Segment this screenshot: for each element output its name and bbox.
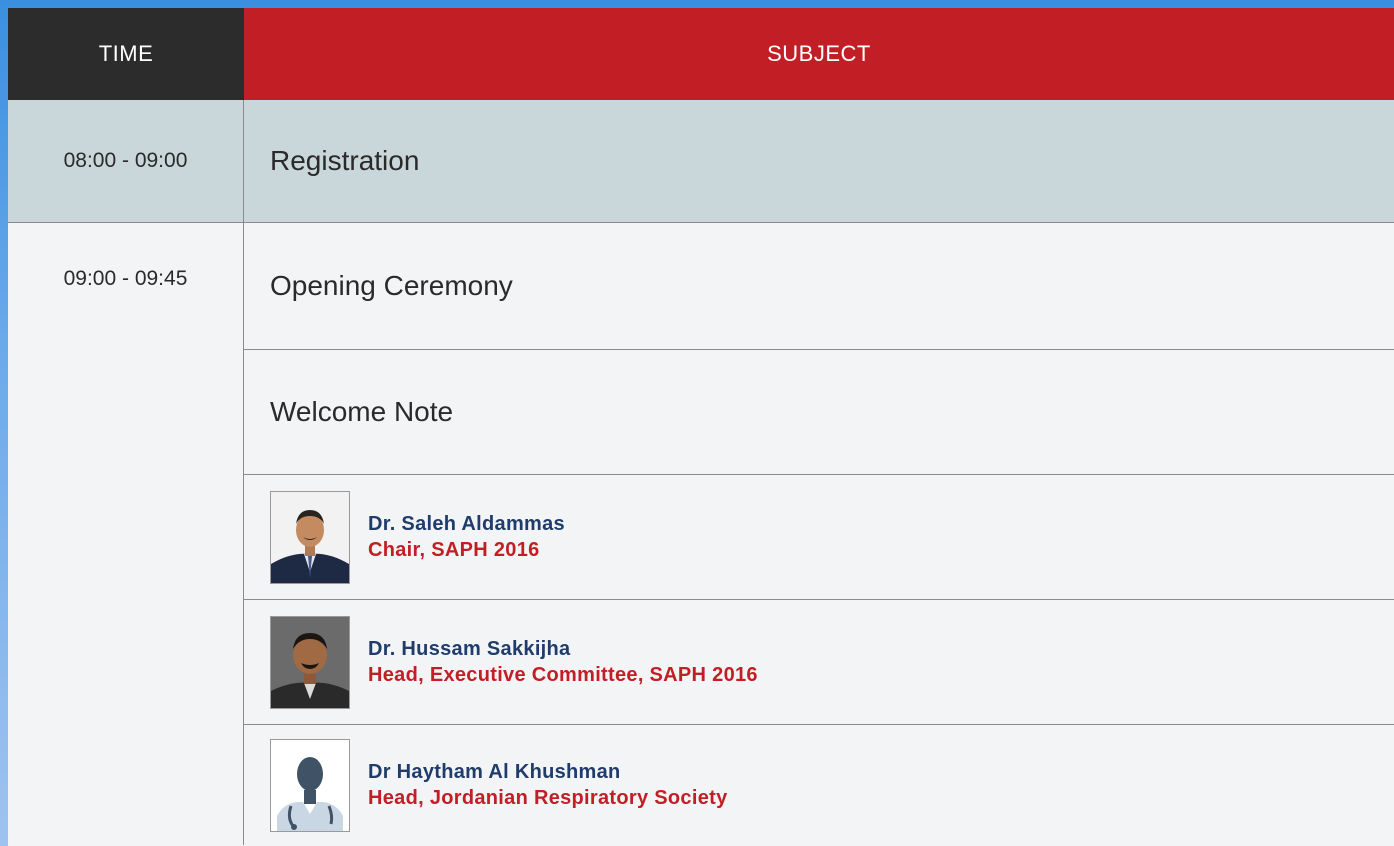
session-item: Opening Ceremony [244, 223, 1394, 350]
speaker-photo [270, 490, 350, 584]
table-row: 09:00 - 09:45 Opening Ceremony Welcome N… [8, 223, 1394, 845]
speaker-row: Dr Haytham Al Khushman Head, Jordanian R… [244, 725, 1394, 845]
time-cell: 09:00 - 09:45 [8, 223, 244, 845]
speaker-info: Dr. Saleh Aldammas Chair, SAPH 2016 [368, 511, 565, 563]
agenda-table: TIME SUBJECT 08:00 - 09:00 Registration … [8, 8, 1394, 846]
session-items: Opening Ceremony Welcome Note Dr. Saleh … [244, 223, 1394, 845]
speaker-row: Dr. Saleh Aldammas Chair, SAPH 2016 [244, 475, 1394, 600]
session-item: Welcome Note [244, 350, 1394, 475]
time-column-header: TIME [8, 8, 244, 100]
speaker-role: Head, Jordanian Respiratory Society [368, 787, 728, 809]
table-header: TIME SUBJECT [8, 8, 1394, 100]
speaker-name: Dr Haytham Al Khushman [368, 761, 621, 783]
subject-title: Opening Ceremony [270, 270, 513, 301]
speaker-role: Chair, SAPH 2016 [368, 539, 540, 561]
subject-title: Welcome Note [270, 396, 454, 427]
speaker-info: Dr. Hussam Sakkijha Head, Executive Comm… [368, 636, 758, 688]
speaker-name: Dr. Hussam Sakkijha [368, 638, 571, 660]
speaker-name: Dr. Saleh Aldammas [368, 513, 565, 535]
speaker-photo [270, 615, 350, 709]
time-cell: 08:00 - 09:00 [8, 100, 244, 222]
speaker-role: Head, Executive Committee, SAPH 2016 [368, 664, 758, 686]
subject-title: Registration [270, 145, 420, 176]
speaker-info: Dr Haytham Al Khushman Head, Jordanian R… [368, 759, 728, 811]
subject-column-header: SUBJECT [244, 8, 1394, 100]
speaker-row: Dr. Hussam Sakkijha Head, Executive Comm… [244, 600, 1394, 725]
doctor-placeholder-icon [270, 738, 350, 832]
table-row: 08:00 - 09:00 Registration [8, 100, 1394, 223]
